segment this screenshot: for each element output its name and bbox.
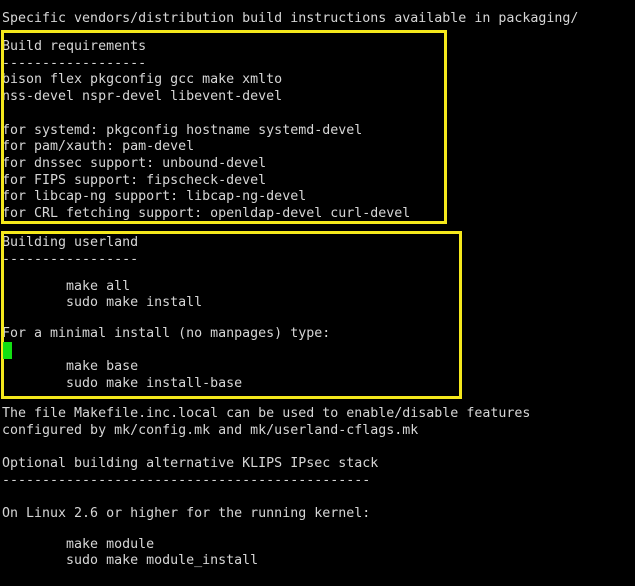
terminal-line-klips-rule: ----------------------------------------…	[2, 472, 371, 488]
terminal-line: for pam/xauth: pam-devel	[2, 139, 195, 155]
terminal-line-building-userland-rule: -----------------	[2, 252, 139, 268]
terminal-line: for systemd: pkgconfig hostname systemd-…	[2, 122, 363, 138]
terminal-line: for libcap-ng support: libcap-ng-devel	[2, 189, 307, 205]
terminal-line: bison flex pkgconfig gcc make xmlto	[2, 72, 283, 88]
terminal-line-linux-kernel-note: On Linux 2.6 or higher for the running k…	[2, 506, 371, 522]
terminal-line-klips-heading: Optional building alternative KLIPS IPse…	[2, 456, 379, 472]
terminal-line-sudo-make-install: sudo make install	[2, 295, 203, 311]
terminal-line-building-userland-heading: Building userland	[2, 235, 139, 251]
terminal-line-sudo-make-module-install: sudo make module_install	[2, 553, 259, 569]
terminal-line-build-requirements-rule: ------------------	[2, 55, 147, 71]
terminal-line-make-base: make base	[2, 359, 139, 374]
terminal-line-make-all: make all	[2, 278, 131, 294]
terminal-line: for CRL fetching support: openldap-devel…	[2, 206, 411, 221]
terminal-line-sudo-make-install-base: sudo make install-base	[2, 375, 243, 391]
terminal-window[interactable]: Specific vendors/distribution build inst…	[0, 0, 635, 586]
terminal-line-make-module: make module	[2, 536, 155, 552]
terminal-line: The file Makefile.inc.local can be used …	[2, 406, 531, 422]
terminal-line: for dnssec support: unbound-devel	[2, 155, 267, 171]
terminal-line: nss-devel nspr-devel libevent-devel	[2, 89, 283, 105]
terminal-line-build-requirements-heading: Build requirements	[2, 39, 147, 54]
terminal-line: Specific vendors/distribution build inst…	[2, 11, 579, 26]
terminal-line: configured by mk/config.mk and mk/userla…	[2, 422, 419, 438]
terminal-line: for FIPS support: fipscheck-devel	[2, 172, 267, 188]
terminal-cursor	[3, 342, 12, 359]
terminal-line-minimal-install: For a minimal install (no manpages) type…	[2, 325, 331, 341]
